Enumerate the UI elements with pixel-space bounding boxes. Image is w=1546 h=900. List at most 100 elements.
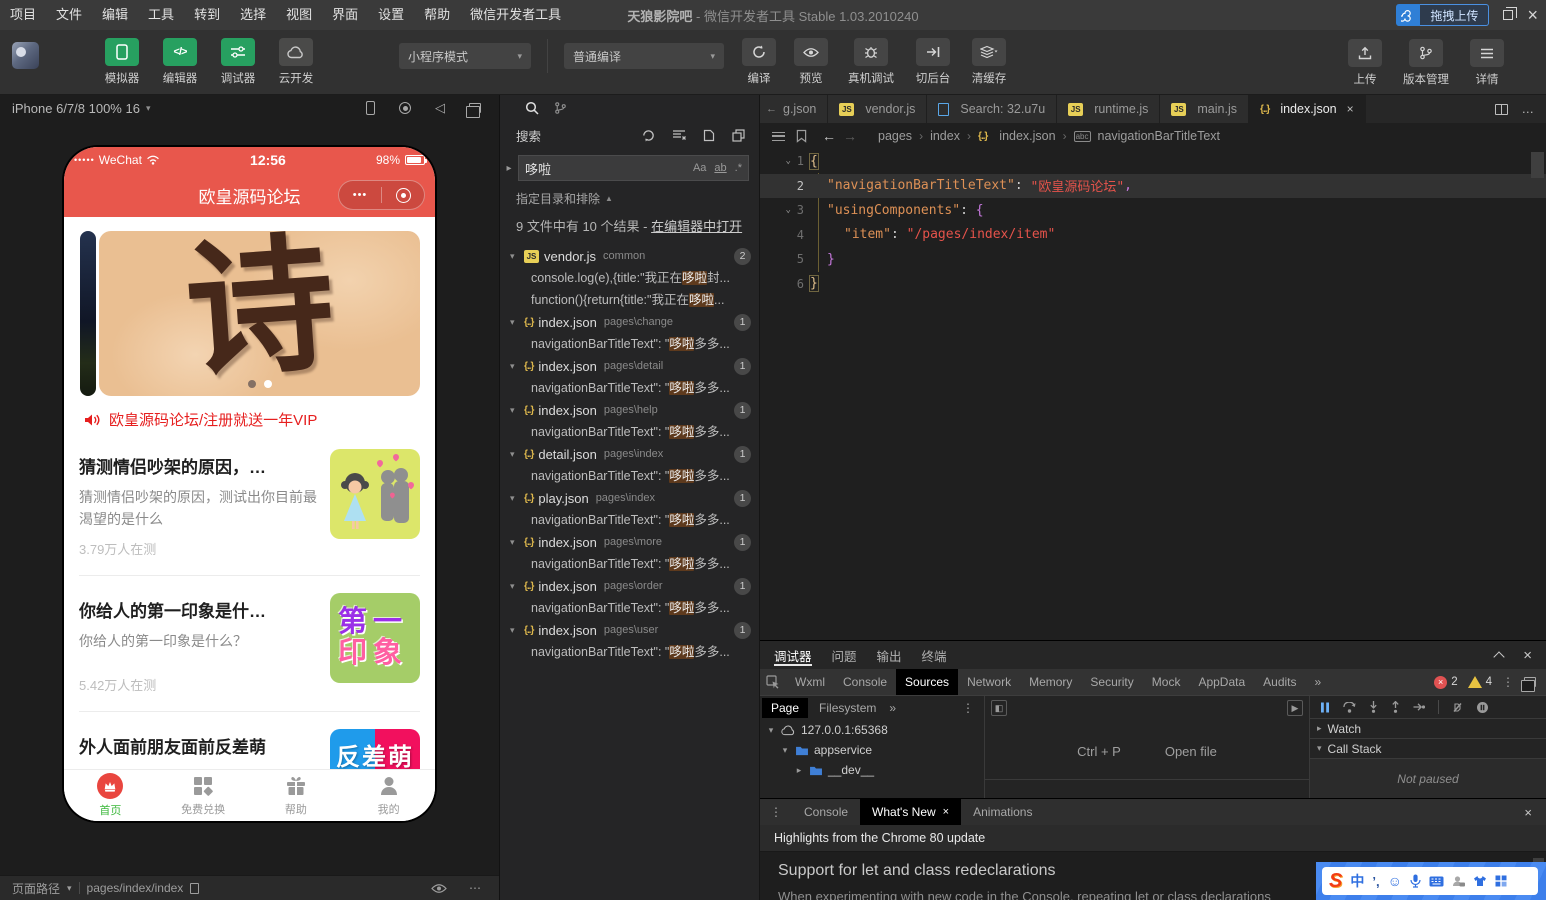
record-icon[interactable] [399,102,411,114]
windows-icon[interactable] [466,103,481,118]
search-dirs-toggle[interactable]: 指定目录和排除 ▲ [500,181,759,207]
menu-edit[interactable]: 编辑 [92,0,138,30]
nav-forward-icon[interactable]: → [843,128,857,144]
more-actions-icon[interactable]: … [1522,102,1535,116]
tab-wxml[interactable]: Wxml [786,669,834,695]
hide-navigator-icon[interactable]: ◧ [991,700,1007,716]
exit-icon[interactable] [382,187,424,203]
switch-background-button[interactable]: 切后台 [910,38,956,86]
twisty-icon[interactable]: ▾ [510,317,524,328]
tab-problems[interactable]: 问题 [832,641,857,669]
close-drawer-icon[interactable]: × [1524,805,1546,820]
twisty-icon[interactable]: ▾ [510,251,524,262]
nav-overflow-icon[interactable]: » [889,701,896,715]
tab-debugger[interactable]: 调试器 [774,641,812,669]
drag-upload-button[interactable]: 拖拽上传 [1396,4,1490,26]
deactivate-breakpoints-icon[interactable] [1452,702,1463,713]
skin-icon[interactable] [1473,875,1487,887]
match-case-icon[interactable]: Aa [693,162,706,174]
result-match[interactable]: navigationBarTitleText": "哆啦多多... [500,641,759,663]
split-editor-icon[interactable] [1494,103,1508,115]
twisty-icon[interactable]: ▾ [510,537,524,548]
inspect-icon[interactable] [760,675,786,689]
open-in-editor-link[interactable]: 在编辑器中打开 [651,219,742,234]
account-icon[interactable] [1452,875,1465,888]
watch-section[interactable]: ▸ Watch [1310,719,1546,739]
expand-replace-icon[interactable]: ▸ [502,163,516,174]
search-icon[interactable] [525,101,539,115]
callstack-section[interactable]: ▾ Call Stack [1310,739,1546,759]
device-debug-button[interactable]: 真机调试 [842,38,900,86]
twisty-icon[interactable]: ▾ [510,581,524,592]
menu-view[interactable]: 视图 [276,0,322,30]
tab-memory[interactable]: Memory [1020,669,1081,695]
tab-home[interactable]: 首页 [64,770,157,821]
result-match[interactable]: navigationBarTitleText": "哆啦多多... [500,553,759,575]
tab-output[interactable]: 输出 [877,641,902,669]
search-input[interactable]: 哆啦 Aa ab .* [518,155,749,181]
banner-carousel[interactable]: 诗 [80,231,420,396]
breadcrumb-item[interactable]: index.json [999,129,1055,143]
preview-button[interactable]: 预览 [790,38,832,86]
drawer-menu-icon[interactable]: ⋮ [760,805,792,819]
regex-icon[interactable]: .* [735,162,742,174]
result-file[interactable]: ▾ {..} detail.json pages\index 1 [500,443,759,465]
bookmark-icon[interactable] [796,129,807,143]
result-file[interactable]: ▾ {..} play.json pages\index 1 [500,487,759,509]
carousel-slide[interactable]: 诗 [99,231,420,396]
result-match[interactable]: navigationBarTitleText": "哆啦多多... [500,465,759,487]
collapse-panel-icon[interactable] [1493,651,1505,663]
restore-window-icon[interactable] [1503,7,1518,20]
compile-mode-select[interactable]: 普通编译 ▾ [564,43,724,69]
copy-icon[interactable] [190,882,200,894]
fold-icon[interactable]: ⌄ [783,156,794,166]
keyboard-icon[interactable] [1429,876,1444,887]
code-editor[interactable]: ⌄ 1 { 2 "navigationBarTitleText": "欧皇源码论坛… [760,149,1546,640]
simulator-toggle-button[interactable]: 模拟器 [99,38,145,86]
result-match[interactable]: navigationBarTitleText": "哆啦多多... [500,377,759,399]
twisty-icon[interactable]: ▾ [780,745,790,756]
menu-select[interactable]: 选择 [230,0,276,30]
result-file[interactable]: ▾ {..} index.json pages\change 1 [500,311,759,333]
menu-goto[interactable]: 转到 [184,0,230,30]
version-manage-button[interactable]: 版本管理 [1398,39,1454,87]
breadcrumb-item[interactable]: pages [878,129,912,143]
pause-on-exceptions-icon[interactable] [1476,701,1489,714]
menu-file[interactable]: 文件 [46,0,92,30]
sogou-logo-icon[interactable]: S [1329,871,1342,891]
device-selector[interactable]: iPhone 6/7/8 100% 16 [12,101,140,116]
menu-tools[interactable]: 工具 [138,0,184,30]
open-file-link[interactable]: Open file [1165,744,1217,759]
tab-terminal[interactable]: 终端 [922,641,947,669]
toolbox-icon[interactable] [1495,875,1507,887]
twisty-icon[interactable]: ▾ [510,449,524,460]
result-file[interactable]: ▾ {..} index.json pages\detail 1 [500,355,759,377]
tab-filesystem[interactable]: Filesystem [810,698,885,718]
result-match[interactable]: function(){return{title:"我正在哆啦... [500,289,759,311]
debugger-toggle-button[interactable]: 调试器 [215,38,261,86]
tab-mock[interactable]: Mock [1143,669,1190,695]
close-window-icon[interactable]: × [1527,5,1538,26]
warning-count-badge[interactable]: 4 [1467,676,1492,688]
menu-devtools[interactable]: 微信开发者工具 [460,0,571,30]
upload-button[interactable]: 上传 [1346,39,1384,87]
outline-icon[interactable] [772,131,785,141]
result-file[interactable]: ▾ {..} index.json pages\user 1 [500,619,759,641]
tab-drawer-console[interactable]: Console [792,799,860,825]
whole-word-icon[interactable]: ab [714,162,726,174]
refresh-icon[interactable] [642,129,655,142]
tab-indexjson[interactable]: {..} index.json × [1248,95,1366,123]
step-out-icon[interactable] [1391,701,1400,713]
open-new-file-icon[interactable] [703,129,715,142]
nav-back-icon[interactable]: ← [822,128,836,144]
clear-cache-button[interactable]: 清缓存 [966,38,1012,86]
mute-icon[interactable]: ◁ [435,100,445,116]
menu-settings[interactable]: 设置 [368,0,414,30]
page-path-value[interactable]: pages/index/index [87,881,184,895]
emoji-icon[interactable]: ☺ [1388,873,1402,889]
menu-interface[interactable]: 界面 [322,0,368,30]
close-panel-icon[interactable]: × [1523,647,1532,664]
tab-animations[interactable]: Animations [961,799,1044,825]
result-file[interactable]: ▾ {..} index.json pages\help 1 [500,399,759,421]
chinese-mode-icon[interactable]: 中 [1350,871,1364,891]
